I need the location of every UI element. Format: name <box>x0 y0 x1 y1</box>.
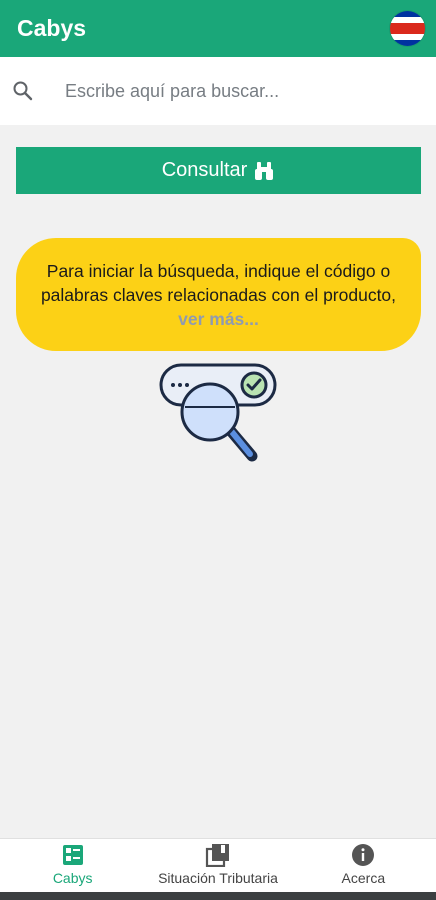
app-title: Cabys <box>17 15 87 41</box>
nav-item-acerca[interactable]: Acerca <box>291 839 436 892</box>
nav-label-acerca: Acerca <box>341 870 386 886</box>
info-icon <box>352 844 375 866</box>
bottom-navigation: Cabys Situación Tributaria Acerca <box>0 838 436 892</box>
nav-item-situacion-tributaria[interactable]: Situación Tributaria <box>145 839 290 892</box>
info-bubble: Para iniciar la búsqueda, indique el cód… <box>16 238 421 351</box>
system-navigation-bar <box>0 892 436 900</box>
consult-button-label: Consultar <box>161 159 248 181</box>
app-bar: Cabys <box>0 0 436 57</box>
binoculars-icon <box>255 161 274 180</box>
nav-label-situacion-tributaria: Situación Tributaria <box>158 870 278 886</box>
info-text-block: Para iniciar la búsqueda, indique el cód… <box>34 259 403 331</box>
search-input[interactable] <box>65 80 405 102</box>
search-bar <box>0 57 436 125</box>
search-illustration <box>159 363 277 462</box>
see-more-link[interactable]: ver más... <box>178 309 259 329</box>
costa-rica-flag-icon[interactable] <box>389 10 426 47</box>
info-text: Para iniciar la búsqueda, indique el cód… <box>40 260 397 305</box>
consult-button[interactable]: Consultar <box>16 147 421 194</box>
search-icon[interactable] <box>11 79 35 103</box>
list-icon <box>62 845 83 865</box>
book-icon <box>205 844 229 867</box>
nav-label-cabys: Cabys <box>52 870 93 886</box>
nav-item-cabys[interactable]: Cabys <box>0 839 145 892</box>
